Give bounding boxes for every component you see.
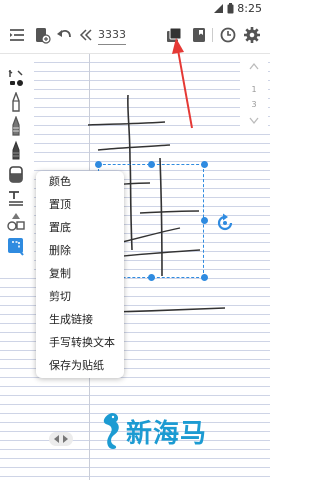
watermark-text: 新海马 <box>126 418 208 449</box>
page-nav-current: 1 <box>251 85 257 94</box>
chevron-right-icon[interactable] <box>62 435 69 443</box>
menu-item-handwriting-to-text[interactable]: 手写转换文本 <box>49 333 115 353</box>
lasso-icon[interactable] <box>6 236 26 256</box>
marker-icon[interactable] <box>6 140 26 160</box>
text-icon[interactable] <box>6 188 26 208</box>
pen-select-icon[interactable] <box>6 68 26 88</box>
chevron-left-icon[interactable] <box>53 435 60 443</box>
fountain-pen-icon[interactable] <box>6 116 26 136</box>
chevron-down-icon[interactable] <box>249 117 259 125</box>
chevron-up-icon[interactable] <box>249 62 259 70</box>
context-menu: 颜色 置顶 置底 删除 复制 剪切 生成链接 手写转换文本 保存为贴纸 <box>36 171 124 378</box>
menu-item-bring-to-front[interactable]: 置顶 <box>49 195 71 215</box>
menu-item-delete[interactable]: 删除 <box>49 241 71 261</box>
resize-handle[interactable] <box>148 274 155 281</box>
seahorse-logo-icon <box>98 411 124 451</box>
rotate-icon[interactable] <box>214 212 236 234</box>
menu-item-cut[interactable]: 剪切 <box>49 287 71 307</box>
horizontal-scroll-control[interactable] <box>49 432 73 446</box>
eraser-icon[interactable] <box>6 164 26 184</box>
resize-handle[interactable] <box>201 217 208 224</box>
tool-panel <box>0 60 34 274</box>
shapes-icon[interactable] <box>6 212 26 232</box>
resize-handle[interactable] <box>201 161 208 168</box>
resize-handle[interactable] <box>201 274 208 281</box>
watermark: 新海马 <box>98 409 228 453</box>
page-navigator[interactable]: 1 3 <box>240 59 268 131</box>
resize-handle[interactable] <box>95 161 102 168</box>
page-nav-total: 3 <box>251 100 257 109</box>
pen-icon[interactable] <box>6 92 26 112</box>
menu-item-generate-link[interactable]: 生成链接 <box>49 310 93 330</box>
resize-handle[interactable] <box>148 161 155 168</box>
menu-item-save-as-sticker[interactable]: 保存为贴纸 <box>49 356 104 376</box>
menu-item-copy[interactable]: 复制 <box>49 264 71 284</box>
menu-item-send-to-back[interactable]: 置底 <box>49 218 71 238</box>
menu-item-color[interactable]: 颜色 <box>49 172 71 192</box>
